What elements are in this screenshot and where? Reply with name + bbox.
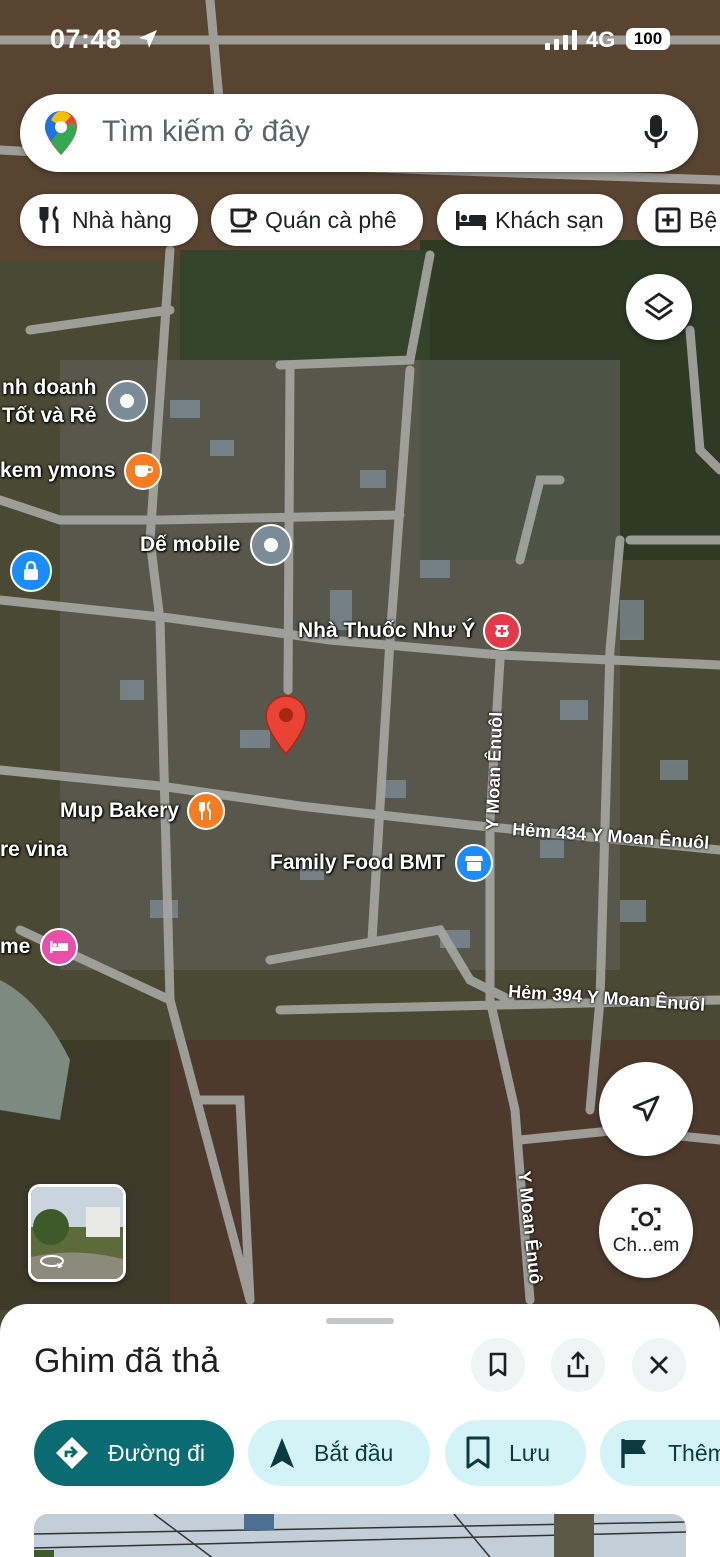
signal-icon [545,30,579,55]
poi-mup-bakery[interactable]: Mup Bakery [60,792,226,830]
save-button[interactable]: Lưu [445,1420,586,1486]
chip-cafes[interactable]: Quán cà phê [211,194,423,246]
microphone-icon[interactable] [644,114,668,155]
sheet-title: Ghim đã thả [34,1342,220,1380]
close-button[interactable] [632,1338,686,1392]
poi-label: Nhà Thuốc Như Ý [298,619,476,642]
coffee-cup-icon [230,208,257,233]
chip-label: Bệ [689,206,718,233]
my-location-button[interactable] [599,1062,693,1156]
poi-nha-thuoc-nhu-y[interactable]: Nhà Thuốc Như Ý [298,612,522,650]
chip-restaurants[interactable]: Nhà hàng [20,194,198,246]
street-view-thumbnail[interactable] [28,1184,126,1282]
poi-label: kem ymons [0,459,116,482]
more-button[interactable]: Thêm [600,1420,720,1486]
fork-knife-icon [39,206,59,233]
bookmark-icon [489,1352,507,1377]
restaurant-icon [187,792,226,830]
lens-label: Ch...em [612,1235,680,1256]
camera-lens-icon [631,1207,661,1231]
layers-button[interactable] [626,274,692,340]
search-bar[interactable]: Tìm kiếm ở đây [20,94,698,172]
save-icon-button[interactable] [471,1338,525,1392]
poi-label: me [0,935,31,958]
bottom-sheet[interactable]: Ghim đã thả Đường đi Bắt đầu Lưu Thêm [0,1304,720,1557]
cafe-icon [123,452,162,490]
chip-hospitals[interactable]: Bệ [637,194,720,246]
share-button[interactable] [551,1338,605,1392]
poi-de-mobile[interactable]: Dế mobile [140,524,293,566]
bed-icon [456,211,486,230]
poi-label-kinh-doanh[interactable]: nh doanh [2,376,96,400]
poi-hotel[interactable]: me [0,928,79,966]
navigation-arrow-icon [632,1095,660,1122]
google-maps-pin-icon [44,110,78,161]
store-icon [455,844,493,882]
hotel-icon [40,928,79,966]
place-marker-icon[interactable] [106,380,148,422]
poi-label-re-vina[interactable]: re vina [0,838,68,862]
directions-button[interactable]: Đường đi [34,1420,234,1486]
chip-label: Quán cà phê [265,206,397,233]
lens-button[interactable]: Ch...em [599,1184,693,1278]
battery-indicator: 100 [626,28,670,50]
save-label: Lưu [509,1439,550,1466]
directions-icon [56,1437,88,1469]
street-label: Y Moan Ênuôl [482,711,507,831]
location-arrow-icon [137,28,159,55]
dropped-pin-icon[interactable] [264,694,308,761]
directions-label: Đường đi [108,1439,205,1466]
poi-label-tot-va-re[interactable]: Tốt và Rẻ [2,404,97,428]
chip-label: Khách sạn [495,206,604,233]
poi-label: Tốt và Rẻ [2,404,97,427]
poi-label: Dế mobile [140,533,241,556]
layers-icon [644,292,674,321]
close-icon [650,1356,668,1374]
bookmark-icon [466,1436,490,1469]
share-icon [567,1351,589,1378]
rotate-360-icon [39,1254,65,1273]
poi-lock[interactable] [10,550,52,592]
chip-label: Nhà hàng [72,206,172,233]
search-input[interactable]: Tìm kiếm ở đây [102,115,310,149]
pharmacy-icon [483,612,522,650]
poi-family-food-bmt[interactable]: Family Food BMT [270,844,493,882]
start-button[interactable]: Bắt đầu [248,1420,430,1486]
more-label: Thêm [668,1439,720,1466]
poi-label: Family Food BMT [270,851,445,874]
category-chips: Nhà hàng Quán cà phê Khách sạn Bệ [0,194,720,248]
navigation-arrow-icon [270,1438,294,1468]
place-marker-icon [250,524,293,566]
hospital-plus-icon [655,207,681,233]
status-bar: 07:48 4G 100 [0,22,720,62]
status-time: 07:48 [50,24,122,54]
poi-label: Mup Bakery [60,799,180,822]
flag-icon [621,1439,646,1468]
start-label: Bắt đầu [314,1439,394,1466]
drag-handle[interactable] [326,1318,394,1324]
place-photo[interactable] [34,1514,686,1557]
poi-label: re vina [0,838,68,861]
network-type: 4G [586,27,616,52]
chip-hotels[interactable]: Khách sạn [437,194,623,246]
poi-label: nh doanh [2,376,97,399]
lock-icon [10,550,52,592]
poi-kem-ymons[interactable]: kem ymons [0,452,162,490]
